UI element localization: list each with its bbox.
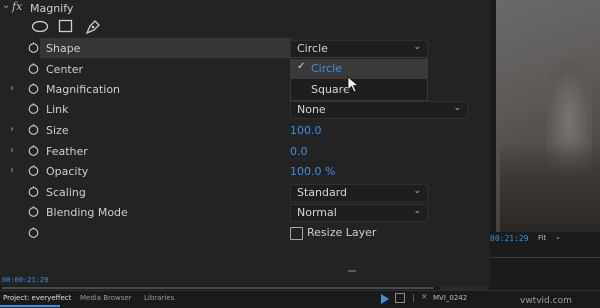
property-row-link: Link None ⌄ bbox=[0, 100, 490, 120]
effect-header[interactable]: ⌄ fx Magnify bbox=[0, 0, 490, 18]
menu-item-label: Circle bbox=[311, 62, 342, 75]
expand-chevron-icon[interactable]: › bbox=[10, 145, 14, 156]
link-dropdown[interactable]: None ⌄ bbox=[290, 101, 468, 119]
rectangle-mask-icon[interactable] bbox=[58, 19, 74, 33]
expand-chevron-icon[interactable]: › bbox=[10, 83, 14, 94]
property-row-resize-layer: Resize Layer bbox=[0, 224, 490, 244]
scaling-label: Scaling bbox=[46, 186, 86, 199]
stopwatch-icon[interactable] bbox=[28, 63, 39, 74]
feather-value[interactable]: 0.0 bbox=[290, 145, 308, 158]
shape-dropdown[interactable]: Circle ⌄ bbox=[290, 40, 428, 58]
stopwatch-icon[interactable] bbox=[28, 145, 39, 156]
stopwatch-icon[interactable] bbox=[28, 42, 39, 53]
expand-chevron-icon[interactable]: › bbox=[10, 124, 14, 135]
mask-tools bbox=[0, 18, 490, 38]
program-monitor bbox=[490, 0, 600, 290]
scrollbar-thumb[interactable] bbox=[2, 287, 434, 289]
opacity-label: Opacity bbox=[46, 165, 89, 178]
expand-chevron-icon[interactable]: › bbox=[10, 165, 14, 176]
export-frame-icon[interactable] bbox=[395, 293, 405, 303]
chevron-down-icon[interactable]: ⌄ bbox=[555, 233, 561, 241]
resize-layer-label: Resize Layer bbox=[307, 226, 377, 239]
property-row-shape: Shape Circle ⌄ bbox=[0, 39, 490, 59]
blending-mode-dropdown[interactable]: Normal ⌄ bbox=[290, 204, 428, 222]
stopwatch-icon[interactable] bbox=[28, 186, 39, 197]
tab-separator: | bbox=[412, 293, 415, 302]
tab-project[interactable]: Project: everyeffect bbox=[3, 294, 71, 302]
link-value: None bbox=[297, 103, 326, 116]
zoom-select[interactable]: Fit bbox=[538, 234, 546, 242]
video-preview bbox=[496, 0, 600, 232]
effect-controls-panel: ⌄ fx Magnify Shape Circle ⌄ Center › Mag… bbox=[0, 0, 490, 290]
link-label: Link bbox=[46, 103, 69, 116]
property-row-scaling: Scaling Standard ⌄ bbox=[0, 183, 490, 203]
property-row-feather: › Feather 0.0 bbox=[0, 142, 490, 162]
watermark: vwtvid.com bbox=[520, 296, 572, 306]
bottom-panel-tabs: Project: everyeffect Media Browser Libra… bbox=[0, 290, 600, 308]
shape-dropdown-menu: ✓ Circle Square bbox=[290, 57, 428, 101]
stopwatch-icon[interactable] bbox=[28, 206, 39, 217]
shape-value: Circle bbox=[297, 42, 328, 55]
property-row-blending-mode: Blending Mode Normal ⌄ bbox=[0, 203, 490, 223]
blending-mode-value: Normal bbox=[297, 206, 337, 219]
play-icon[interactable] bbox=[381, 294, 389, 304]
stopwatch-icon[interactable] bbox=[28, 227, 39, 238]
stopwatch-icon[interactable] bbox=[28, 165, 39, 176]
timeline-marker bbox=[348, 270, 356, 272]
size-label: Size bbox=[46, 124, 69, 137]
chevron-down-icon: ⌄ bbox=[453, 103, 461, 113]
scaling-dropdown[interactable]: Standard ⌄ bbox=[290, 184, 428, 202]
timeline-timecode[interactable]: 00:00:21:29 bbox=[2, 276, 48, 284]
resize-layer-checkbox[interactable] bbox=[290, 227, 303, 240]
stopwatch-icon[interactable] bbox=[28, 103, 39, 114]
shape-label: Shape bbox=[46, 42, 81, 55]
property-row-opacity: › Opacity 100.0 % bbox=[0, 162, 490, 182]
mouse-cursor-icon bbox=[347, 76, 360, 93]
close-icon[interactable]: × bbox=[421, 292, 428, 301]
size-value[interactable]: 100.0 bbox=[290, 124, 322, 137]
ellipse-mask-icon[interactable] bbox=[31, 20, 49, 33]
collapse-chevron-icon[interactable]: ⌄ bbox=[2, 0, 10, 11]
chevron-down-icon: ⌄ bbox=[413, 206, 421, 216]
center-label: Center bbox=[46, 63, 84, 76]
stopwatch-icon[interactable] bbox=[28, 124, 39, 135]
checkmark-icon: ✓ bbox=[297, 61, 306, 72]
property-row-size: › Size 100.0 bbox=[0, 121, 490, 141]
tab-libraries[interactable]: Libraries bbox=[144, 294, 174, 302]
monitor-timecode[interactable]: 00:21:29 bbox=[490, 234, 529, 243]
monitor-divider bbox=[490, 257, 600, 258]
effect-title: Magnify bbox=[30, 2, 74, 15]
blending-mode-label: Blending Mode bbox=[46, 206, 128, 219]
chevron-down-icon: ⌄ bbox=[413, 42, 421, 52]
opacity-value[interactable]: 100.0 % bbox=[290, 165, 335, 178]
menu-item-label: Square bbox=[311, 83, 350, 96]
scaling-value: Standard bbox=[297, 186, 348, 199]
pen-mask-icon[interactable] bbox=[84, 18, 102, 35]
chevron-down-icon: ⌄ bbox=[413, 186, 421, 196]
tab-clip[interactable]: MVI_0242 bbox=[433, 294, 467, 302]
fx-icon[interactable]: fx bbox=[12, 0, 22, 13]
magnification-label: Magnification bbox=[46, 83, 121, 96]
feather-label: Feather bbox=[46, 145, 88, 158]
tab-media-browser[interactable]: Media Browser bbox=[80, 294, 132, 302]
stopwatch-icon[interactable] bbox=[28, 83, 39, 94]
video-shadow bbox=[500, 142, 600, 232]
